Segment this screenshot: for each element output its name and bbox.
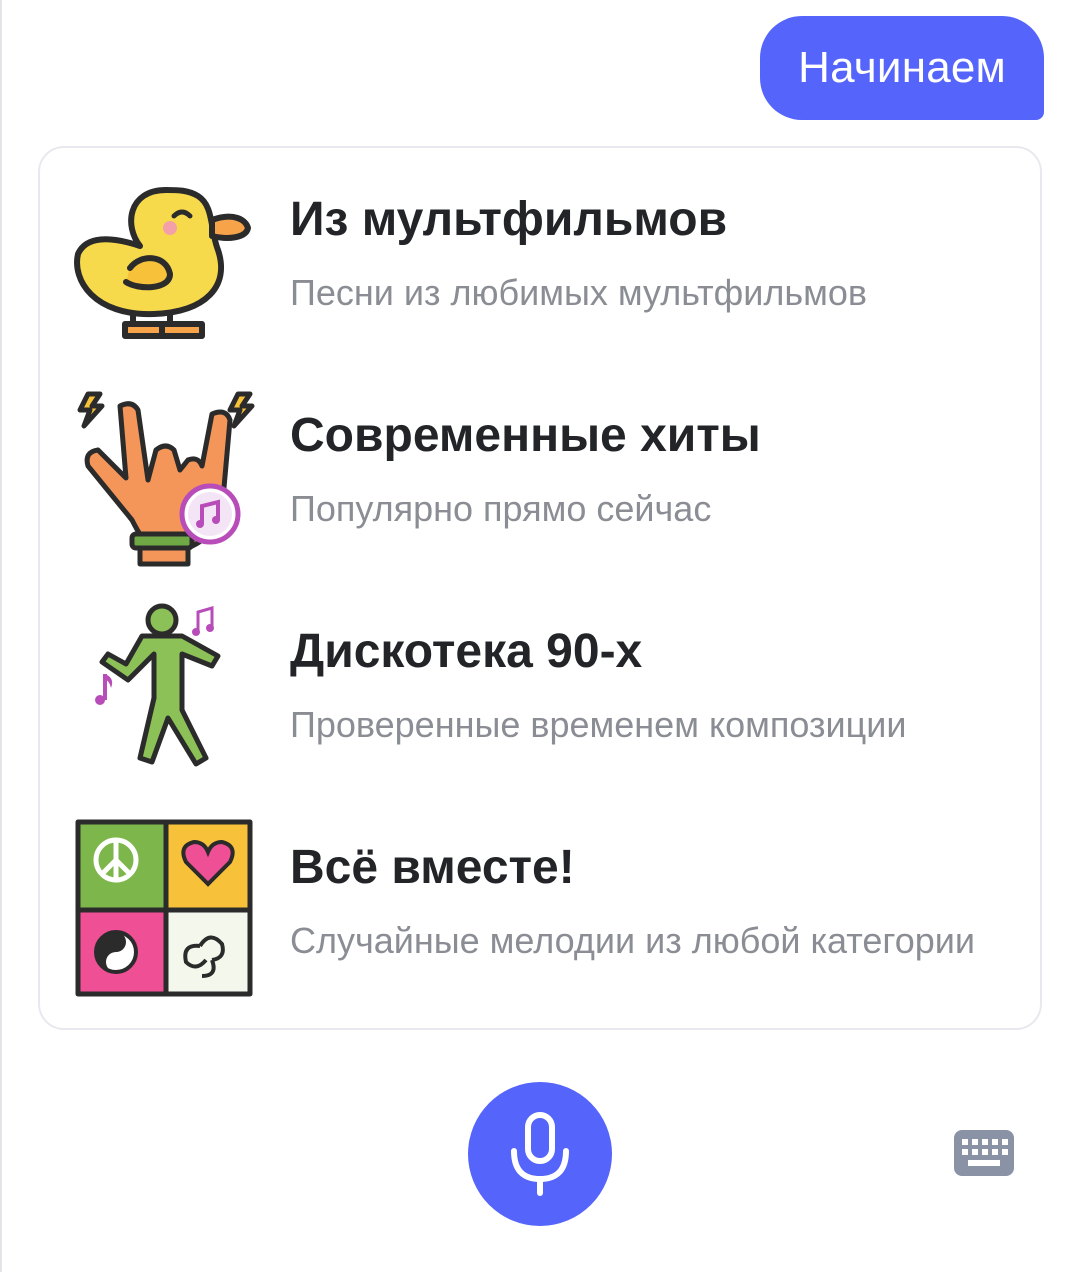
option-title: Всё вместе! <box>290 841 575 894</box>
option-title: Из мультфильмов <box>290 193 728 246</box>
dancer-icon <box>95 603 221 767</box>
option-subtitle: Песни из любимых мультфильмов <box>290 272 868 313</box>
puzzle-icon <box>75 819 253 997</box>
option-cartoons[interactable]: Из мультфильмов Песни из любимых мультфи… <box>40 170 1040 386</box>
keyboard-button[interactable] <box>950 1126 1018 1182</box>
category-card: Из мультфильмов Песни из любимых мультфи… <box>38 146 1042 1030</box>
microphone-icon <box>511 1112 569 1196</box>
rock-hand-icon <box>77 391 255 567</box>
screen-edge <box>0 0 2 1272</box>
user-message-text: Начинаем <box>798 43 1006 92</box>
option-subtitle: Случайные мелодии из любой категории <box>290 920 975 961</box>
microphone-button[interactable] <box>468 1082 612 1226</box>
option-title: Дискотека 90-х <box>290 625 643 678</box>
duck-icon <box>74 187 251 339</box>
option-disco-90s[interactable]: Дискотека 90-х Проверенные временем комп… <box>40 602 1040 818</box>
keyboard-icon <box>954 1130 1014 1176</box>
option-subtitle: Популярно прямо сейчас <box>290 488 712 529</box>
user-message-bubble: Начинаем <box>760 16 1044 120</box>
option-subtitle: Проверенные временем композиции <box>290 704 907 745</box>
option-all-together[interactable]: Всё вместе! Случайные мелодии из любой к… <box>40 818 1040 1018</box>
option-modern-hits[interactable]: Современные хиты Популярно прямо сейчас <box>40 386 1040 602</box>
option-title: Современные хиты <box>290 409 761 462</box>
